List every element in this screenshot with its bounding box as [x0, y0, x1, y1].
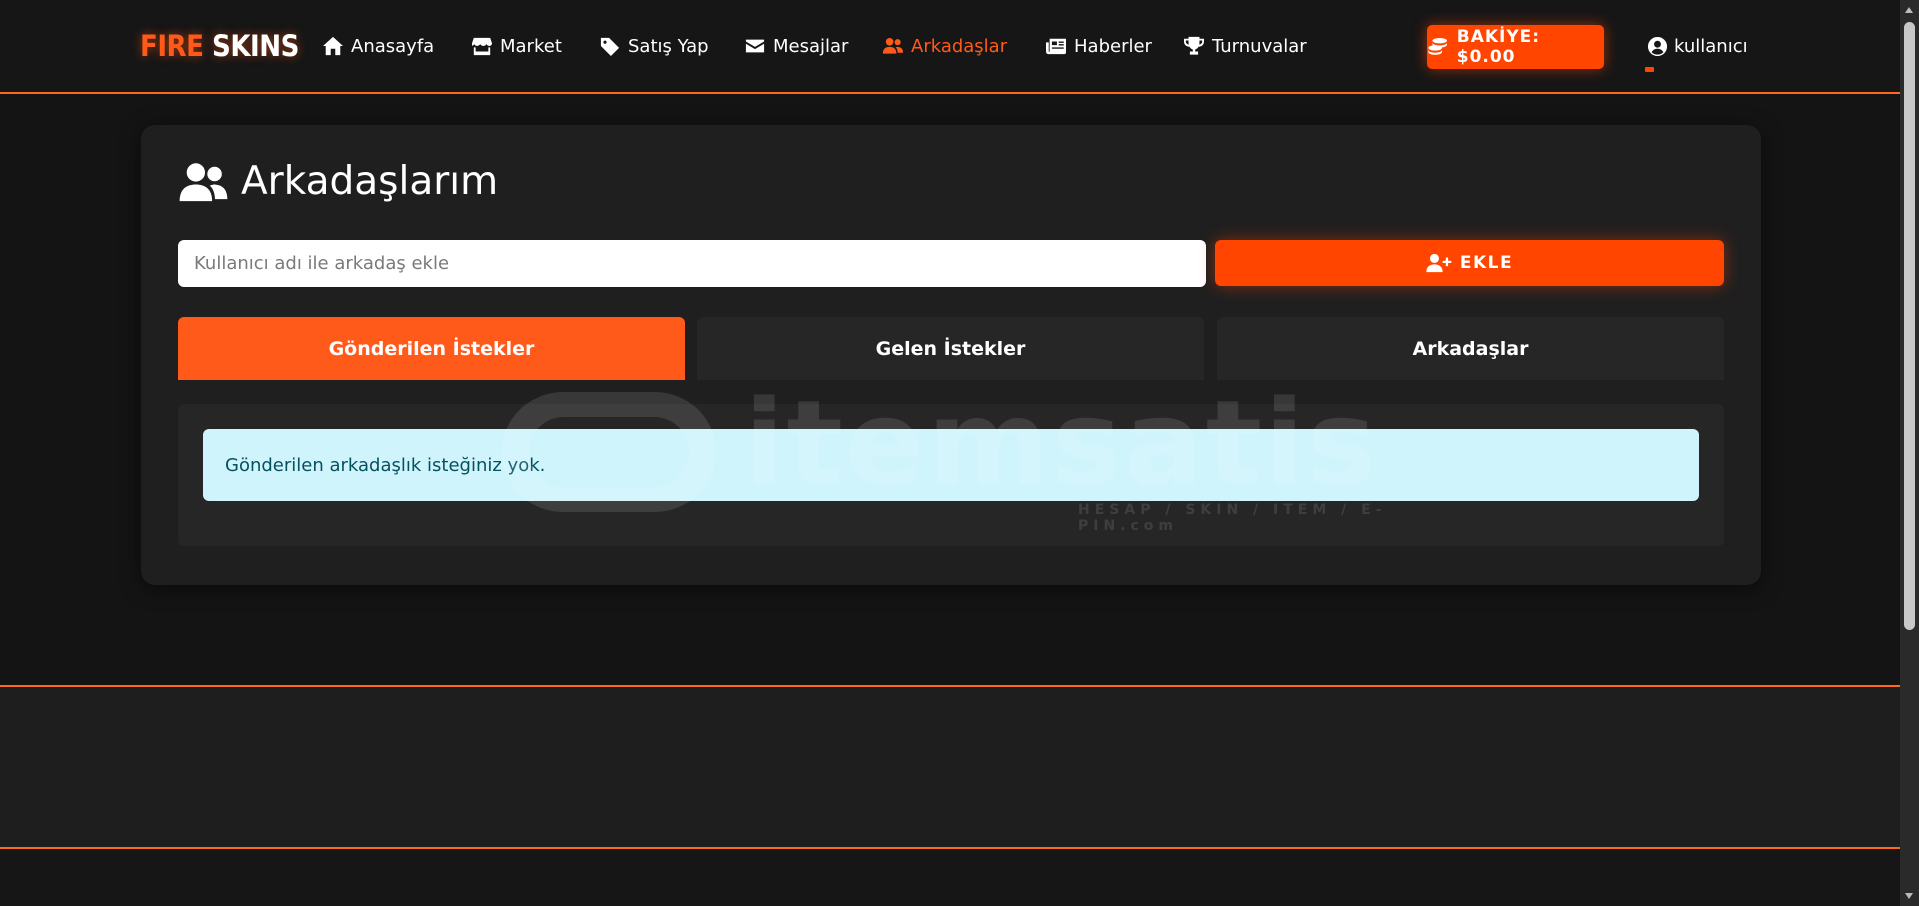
add-friend-button[interactable]: EKLE — [1215, 240, 1724, 286]
scroll-down-icon[interactable] — [1905, 893, 1913, 899]
home-icon — [323, 36, 343, 56]
nav-label: Satış Yap — [628, 35, 709, 57]
user-plus-icon — [1426, 253, 1452, 273]
nav-item-haberler[interactable]: Haberler — [1045, 33, 1152, 59]
tab-panel: Gönderilen arkadaşlık isteğiniz yok. — [178, 404, 1724, 546]
add-button-label: EKLE — [1459, 253, 1514, 273]
empty-state-text: Gönderilen arkadaşlık isteğiniz yok. — [225, 454, 546, 476]
tab-label: Gelen İstekler — [875, 337, 1026, 360]
nav-item-arkadaslar[interactable]: Arkadaşlar — [882, 33, 1007, 59]
user-menu[interactable]: kullanıcı — [1647, 33, 1748, 59]
newspaper-icon — [1046, 38, 1066, 55]
tab-friends[interactable]: Arkadaşlar — [1217, 317, 1724, 380]
empty-state-alert: Gönderilen arkadaşlık isteğiniz yok. — [203, 429, 1699, 501]
tab-label: Arkadaşlar — [1412, 337, 1529, 360]
users-icon — [179, 162, 228, 201]
coins-icon — [1428, 37, 1447, 55]
brand-part2: SKINS — [212, 29, 299, 63]
page-title-text: Arkadaşlarım — [241, 159, 499, 204]
page-scrollbar[interactable] — [1900, 0, 1919, 906]
balance-label: BAKİYE: $0.00 — [1456, 27, 1541, 67]
tab-sent-requests[interactable]: Gönderilen İstekler — [178, 317, 685, 380]
nav-label: Haberler — [1074, 35, 1152, 57]
top-navbar: FIRE SKINS Anasayfa Market Satış Yap Mes… — [0, 0, 1900, 94]
nav-item-mesajlar[interactable]: Mesajlar — [744, 33, 848, 59]
nav-label: Arkadaşlar — [911, 35, 1008, 57]
tab-incoming-requests[interactable]: Gelen İstekler — [697, 317, 1204, 380]
nav-label: Turnuvalar — [1212, 35, 1307, 57]
nav-item-turnuvalar[interactable]: Turnuvalar — [1183, 33, 1307, 59]
friends-card: Arkadaşlarım EKLE Gönderilen İstekler Ge… — [141, 125, 1761, 585]
nav-item-satis-yap[interactable]: Satış Yap — [599, 33, 709, 59]
scroll-up-icon[interactable] — [1905, 7, 1913, 13]
tab-label: Gönderilen İstekler — [328, 337, 535, 360]
trophy-icon — [1184, 36, 1204, 55]
flag-icon — [1645, 67, 1654, 72]
brand-part1: FIRE — [140, 29, 204, 63]
user-label: kullanıcı — [1674, 35, 1748, 57]
nav-item-anasayfa[interactable]: Anasayfa — [322, 33, 434, 59]
friend-search-input[interactable] — [178, 240, 1206, 287]
nav-item-market[interactable]: Market — [471, 33, 562, 59]
page-title: Arkadaşlarım — [178, 159, 498, 204]
footer-bottom — [0, 849, 1900, 906]
balance-button[interactable]: BAKİYE: $0.00 — [1427, 25, 1604, 69]
scroll-thumb[interactable] — [1904, 22, 1915, 630]
nav-label: Market — [500, 35, 562, 57]
users-icon — [882, 37, 904, 54]
envelope-icon — [745, 39, 765, 53]
tag-icon — [600, 37, 620, 56]
footer-band — [0, 685, 1900, 849]
nav-label: Anasayfa — [351, 35, 435, 57]
user-circle-icon — [1647, 36, 1668, 56]
request-tabs: Gönderilen İstekler Gelen İstekler Arkad… — [178, 317, 1724, 380]
nav-label: Mesajlar — [773, 35, 849, 57]
brand-logo[interactable]: FIRE SKINS — [140, 29, 299, 63]
store-icon — [472, 37, 492, 56]
